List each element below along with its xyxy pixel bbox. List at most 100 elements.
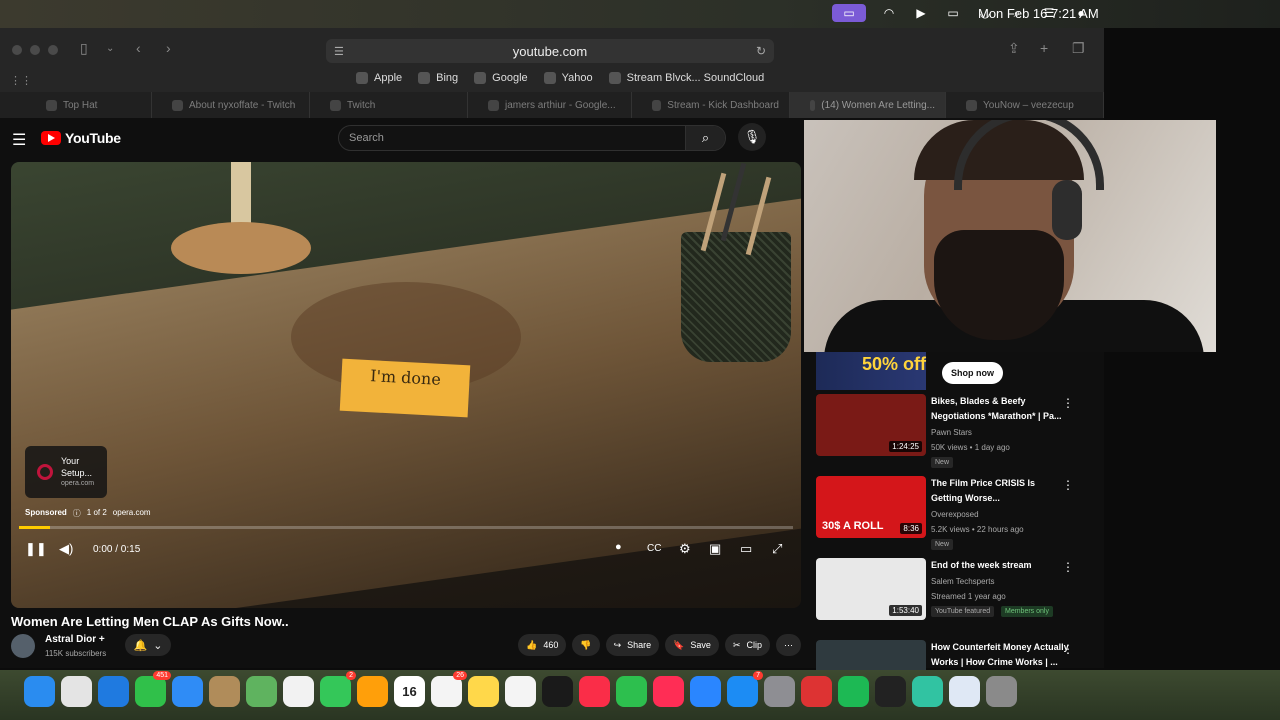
tab-2[interactable]: Twitch	[310, 92, 468, 118]
iphone-mirroring-icon[interactable]	[801, 676, 832, 707]
notes-icon[interactable]	[468, 676, 499, 707]
reminders-icon[interactable]: 26	[431, 671, 467, 707]
more-vertical-icon[interactable]: ⋮	[1062, 642, 1074, 656]
close-window-button[interactable]	[12, 45, 22, 55]
streamlabs-icon[interactable]	[912, 676, 943, 707]
theater-mode-icon[interactable]: ▭	[740, 541, 752, 557]
dislike-button[interactable]: 👎	[572, 634, 600, 656]
channel-name[interactable]: Astral Dior +	[45, 634, 105, 645]
chevron-down-icon[interactable]: ⌄	[106, 43, 114, 54]
zoom-window-button[interactable]	[48, 45, 58, 55]
launchpad-icon[interactable]	[61, 676, 92, 707]
new-tab-button[interactable]: +	[1040, 40, 1048, 56]
keynote-icon[interactable]	[690, 676, 721, 707]
reload-icon[interactable]: ↻	[756, 44, 766, 58]
tab-3[interactable]: jamers arthiur - Google...	[468, 92, 632, 118]
settings-gear-icon[interactable]: ⚙	[679, 541, 691, 557]
pages-icon[interactable]	[357, 676, 388, 707]
notifications-button[interactable]: 🔔 ⌄	[125, 634, 171, 656]
preview-icon[interactable]	[949, 676, 980, 707]
more-vertical-icon[interactable]: ⋮	[1062, 560, 1074, 574]
menu-bar-clock[interactable]: Mon Feb 16 7:21 AM	[978, 6, 1099, 21]
fullscreen-icon[interactable]: ⤢	[772, 541, 782, 557]
sidebar-video-2[interactable]: 1:53:40 End of the week stream Salem Techs…	[816, 558, 1096, 636]
save-button[interactable]: 🔖 Save	[665, 634, 719, 656]
tab-4[interactable]: Stream - Kick Dashboard	[632, 92, 790, 118]
video-thumbnail[interactable]: 1:24:25	[816, 394, 926, 456]
spotify-icon[interactable]	[838, 676, 869, 707]
video-thumbnail[interactable]: 1:53:40	[816, 558, 926, 620]
notes-brown-icon[interactable]	[209, 676, 240, 707]
news-icon[interactable]	[653, 676, 684, 707]
favorite-bing[interactable]: Bing	[418, 72, 458, 84]
ad-site-link[interactable]: opera.com	[113, 508, 151, 519]
forward-button[interactable]: ›	[166, 40, 171, 56]
sidebar-video-1[interactable]: 30$ A ROLL 8:36 The Film Price CRISIS Is G…	[816, 476, 1096, 554]
ad-banner[interactable]: 50% off	[816, 352, 926, 390]
favorites-grid-icon[interactable]: ⋮⋮	[10, 74, 32, 87]
trash-icon[interactable]	[986, 676, 1017, 707]
screen-mirroring-icon[interactable]: ▭	[832, 4, 866, 22]
minimize-window-button[interactable]	[30, 45, 40, 55]
maps-icon[interactable]	[246, 676, 277, 707]
address-bar[interactable]: ☰ youtube.com ↻	[326, 39, 774, 63]
tab-5[interactable]: (14) Women Are Letting...	[790, 92, 946, 118]
pause-button[interactable]: ❚❚	[25, 541, 47, 557]
captions-icon[interactable]: CC	[647, 543, 661, 554]
share-icon[interactable]: ⇪	[1008, 40, 1020, 57]
safari-icon[interactable]	[98, 676, 129, 707]
tab-overview-icon[interactable]: ❐	[1072, 40, 1085, 57]
finder-icon[interactable]	[24, 676, 55, 707]
favorite-google[interactable]: Google	[474, 72, 528, 84]
youtube-logo[interactable]: YouTube	[41, 130, 121, 146]
mail-icon[interactable]	[172, 676, 203, 707]
video-channel[interactable]: Salem Techsperts	[931, 577, 994, 586]
video-thumbnail[interactable]: 30$ A ROLL 8:36	[816, 476, 926, 538]
ad-card[interactable]: Your Setup... opera.com	[25, 446, 107, 498]
channel-avatar[interactable]	[11, 634, 35, 658]
back-button[interactable]: ‹	[136, 40, 141, 56]
hamburger-menu-icon[interactable]: ☰	[12, 130, 26, 150]
video-channel[interactable]: Overexposed	[931, 510, 979, 519]
tab-1[interactable]: About nyxoffate - Twitch	[152, 92, 310, 118]
favorite-apple[interactable]: Apple	[356, 72, 402, 84]
share-button[interactable]: ↪ Share	[605, 634, 660, 656]
shop-now-button[interactable]: Shop now	[942, 362, 1003, 384]
more-vertical-icon[interactable]: ⋮	[1062, 396, 1074, 410]
autoplay-toggle-icon[interactable]: ●	[615, 541, 622, 553]
favorite-stream[interactable]: Stream Blvck... SoundCloud	[608, 72, 764, 84]
sidebar-toggle-icon[interactable]: ▯	[80, 40, 88, 57]
messages-icon[interactable]: 451	[135, 671, 171, 707]
battery-icon[interactable]: ▭	[944, 4, 962, 22]
sidebar-video-0[interactable]: 1:24:25 Bikes, Blades & Beefy Negotiation…	[816, 394, 1096, 472]
photos-icon[interactable]	[283, 676, 314, 707]
progress-bar[interactable]	[19, 526, 793, 529]
calendar-icon[interactable]: 16	[394, 676, 425, 707]
microphone-icon[interactable]: 🎙	[738, 123, 766, 151]
like-button[interactable]: 👍 460	[518, 634, 567, 656]
facetime-icon[interactable]: 2	[320, 671, 356, 707]
app-store-icon[interactable]: 7	[727, 671, 763, 707]
music-icon[interactable]	[579, 676, 610, 707]
tab-6[interactable]: YouNow – veezecup	[946, 92, 1104, 118]
search-button[interactable]: ⌕	[685, 126, 725, 150]
miniplayer-icon[interactable]: ▣	[709, 541, 721, 557]
headphones-icon[interactable]: ◠	[880, 4, 898, 22]
more-vertical-icon[interactable]: ⋮	[1062, 478, 1074, 492]
more-actions-button[interactable]: ⋯	[776, 634, 801, 656]
freeform-icon[interactable]	[505, 676, 536, 707]
clip-button[interactable]: ✂ Clip	[724, 634, 770, 656]
page-menu-icon[interactable]: ☰	[334, 45, 344, 58]
info-icon[interactable]: ⓘ	[73, 508, 81, 519]
favorite-yahoo[interactable]: Yahoo	[543, 72, 593, 84]
system-settings-icon[interactable]	[764, 676, 795, 707]
volume-icon[interactable]: ◀)	[59, 541, 73, 557]
tv-icon[interactable]	[542, 676, 573, 707]
search-input[interactable]	[349, 132, 669, 144]
obs-icon[interactable]	[875, 676, 906, 707]
now-playing-icon[interactable]: ▶	[912, 4, 930, 22]
tab-0[interactable]: Top Hat	[0, 92, 152, 118]
video-player[interactable]: I'm done Your Setup... opera.com Sponsor…	[11, 162, 801, 608]
numbers-icon[interactable]	[616, 676, 647, 707]
sidebar-ad[interactable]: 50% off Shop now	[816, 352, 1096, 392]
